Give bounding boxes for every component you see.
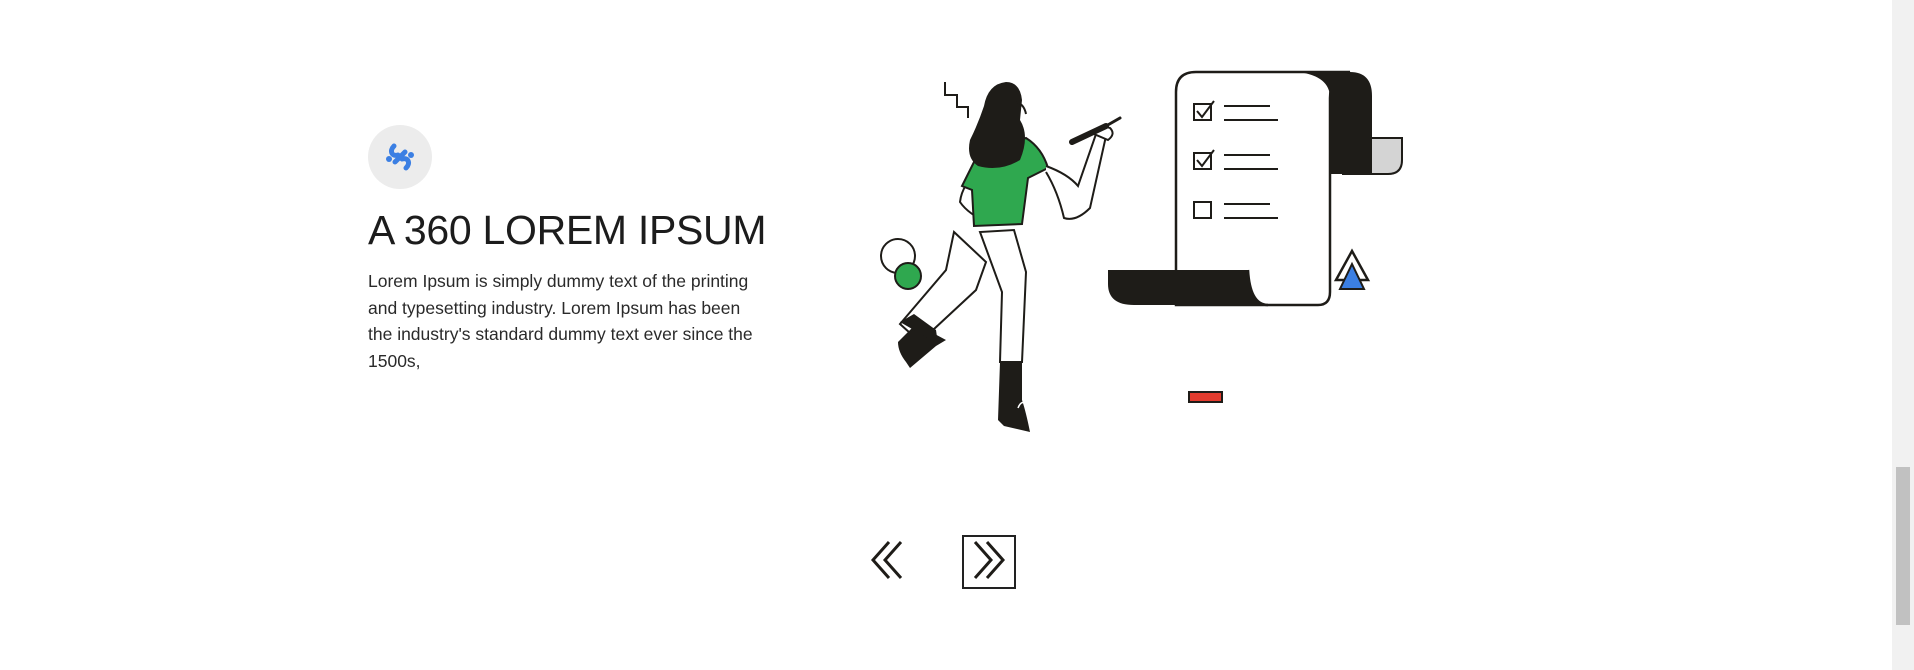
scrollbar-thumb[interactable] xyxy=(1896,467,1910,625)
link-chain-icon xyxy=(368,125,432,189)
carousel-navigation xyxy=(860,535,1016,589)
woman-checking-checklist-illustration xyxy=(870,62,1410,452)
previous-slide-button[interactable] xyxy=(860,535,914,589)
chevron-double-right-icon xyxy=(969,538,1009,587)
feature-block: A 360 LOREM IPSUM Lorem Ipsum is simply … xyxy=(368,125,768,374)
vertical-scrollbar[interactable] xyxy=(1892,0,1914,670)
feature-title: A 360 LOREM IPSUM xyxy=(368,207,767,253)
chevron-double-left-icon xyxy=(867,538,907,587)
feature-description: Lorem Ipsum is simply dummy text of the … xyxy=(368,271,753,371)
next-slide-button[interactable] xyxy=(962,535,1016,589)
page: A 360 LOREM IPSUM Lorem Ipsum is simply … xyxy=(0,0,1914,670)
